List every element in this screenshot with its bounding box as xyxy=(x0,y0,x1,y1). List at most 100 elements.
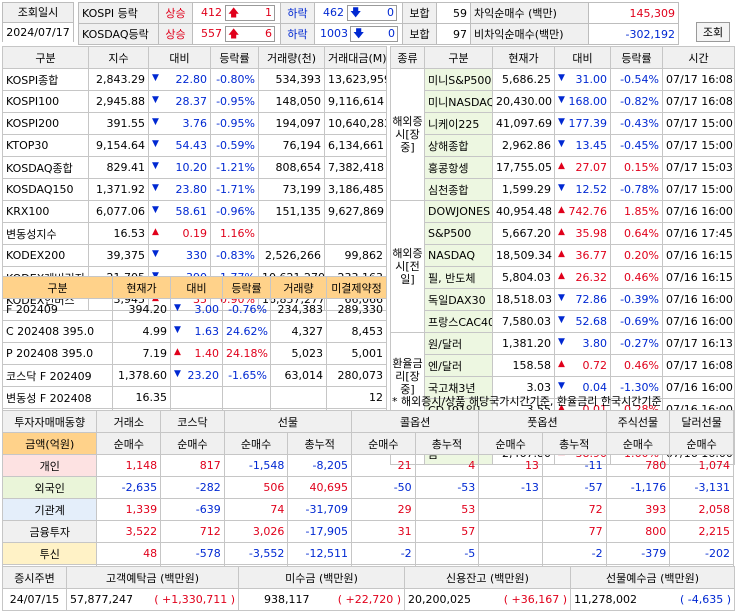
investor-value xyxy=(478,520,543,543)
query-button[interactable]: 조회 xyxy=(696,22,730,42)
change-cell: ▼ 1.63 xyxy=(170,320,223,343)
overseas-time: 07/17 16:08 xyxy=(662,68,735,91)
overseas-name: 미니S&P500 xyxy=(424,68,493,91)
index-row[interactable]: KTOP30 9,154.64 ▼ 54.43 -0.59% 76,194 6,134,66… xyxy=(2,134,387,157)
investor-row[interactable]: 개인 1,148 817 -1,548 -8,205 21 4 13 -11 780 1,074 xyxy=(1,454,734,477)
index-value: 6,077.06 xyxy=(88,200,149,223)
investor-value: -202 xyxy=(669,542,734,565)
down-label: 하락 xyxy=(280,23,315,45)
change-value: 13.45 xyxy=(575,139,608,152)
index-volume: 73,199 xyxy=(258,178,325,201)
market-breadth-table: KOSPI 등락 상승 412 🡅 1 하락 462 🡇 0 보합 59 차익순매수 (… xyxy=(78,2,679,45)
investor-value: -31,709 xyxy=(287,498,353,521)
overseas-row[interactable]: 엔/달러 158.58 ▲ 0.72 0.46% 07/17 16:08 xyxy=(391,354,735,377)
investor-unit: 금액(억원) xyxy=(1,432,98,455)
overseas-row[interactable]: 프랑스CAC40 7,580.03 ▼ 52.68 -0.69% 07/16 16:00 xyxy=(391,310,735,333)
overseas-time: 07/17 16:08 xyxy=(662,90,735,113)
investor-value: 800 xyxy=(605,520,671,543)
unpaid-header: 미수금 (백만원) xyxy=(238,566,405,589)
up-arrow-icon: ▲ xyxy=(558,249,565,259)
investor-row[interactable]: 기관계 1,339 -639 74 -31,709 29 53 72 393 2,058 xyxy=(1,498,734,521)
futures-col-header: 대비 xyxy=(170,276,223,299)
investor-sub-header: 순매수 xyxy=(605,432,671,455)
investor-row[interactable]: 금융투자 3,522 712 3,026 -17,905 31 57 77 800 2,215 xyxy=(1,520,734,543)
investor-row[interactable]: 투신 48 -578 -3,552 -12,511 -2 -5 -2 -379 -202 xyxy=(1,542,734,565)
overseas-name: 프랑스CAC40 xyxy=(424,310,493,333)
futures-deposit-change: ( -4,635 ) xyxy=(679,593,731,606)
change-cell: ▼ 168.00 xyxy=(554,90,611,113)
investor-value: 21 xyxy=(351,454,416,477)
investor-name: 외국인 xyxy=(1,476,98,499)
index-row[interactable]: KOSPI종합 2,843.29 ▼ 22.80 -0.80% 534,393 13,623… xyxy=(2,68,387,91)
change-cell: ▼ 23.20 xyxy=(170,364,223,387)
investor-value: -2,635 xyxy=(96,476,162,499)
investor-value: 3,026 xyxy=(223,520,289,543)
index-row[interactable]: KODEX200 39,375 ▼ 330 -0.83% 2,526,266 99,862 xyxy=(2,244,387,267)
overseas-row[interactable]: 상해종합 2,962.86 ▼ 13.45 -0.45% 07/17 15:00 xyxy=(391,134,735,157)
kosdaq-breadth-label: KOSDAQ등락 xyxy=(78,23,159,45)
overseas-row[interactable]: 독일DAX30 18,518.03 ▼ 72.86 -0.39% 07/16 16:00 xyxy=(391,288,735,311)
overseas-row[interactable]: 니케이225 41,097.69 ▼ 177.39 -0.43% 07/17 15:00 xyxy=(391,112,735,135)
change-cell: ▼ 31.00 xyxy=(554,68,611,91)
change-cell: ▼ 3.00 xyxy=(170,298,223,321)
overseas-value: 5,667.20 xyxy=(492,222,555,245)
futures-row[interactable]: C 202408 395.0 4.99 ▼ 1.63 24.62% 4,327 8,453 xyxy=(2,320,387,343)
overseas-time: 07/17 15:00 xyxy=(662,112,735,135)
futures-row[interactable]: F 202409 394.20 ▼ 3.00 -0.76% 234,383 289,330 xyxy=(2,298,387,321)
overseas-col-header: 대비 xyxy=(554,46,611,69)
change-value: 58.61 xyxy=(175,205,208,218)
index-row[interactable]: KOSPI100 2,945.88 ▼ 28.37 -0.95% 148,050 9,116… xyxy=(2,90,387,113)
overseas-rate: -0.78% xyxy=(610,178,663,201)
futures-volume xyxy=(270,386,327,409)
index-row[interactable]: KOSDAQ종합 829.41 ▼ 10.20 -1.21% 808,654 7,382,4… xyxy=(2,156,387,179)
overseas-value: 2,962.86 xyxy=(492,134,555,157)
overseas-rate: 1.85% xyxy=(610,200,663,223)
change-value: 35.98 xyxy=(575,227,608,240)
index-row[interactable]: 변동성지수 16.53 ▲ 0.19 1.16% xyxy=(2,222,387,245)
futures-row[interactable]: P 202408 395.0 7.19 ▲ 1.40 24.18% 5,023 5,001 xyxy=(2,342,387,365)
index-rate: -1.71% xyxy=(210,178,259,201)
change-value: 26.32 xyxy=(575,271,608,284)
unpaid-change: ( +22,720 ) xyxy=(337,593,401,606)
investor-name-label: 기관계 xyxy=(34,503,65,517)
down-arrow-icon: ▼ xyxy=(152,161,159,171)
overseas-time: 07/16 16:15 xyxy=(662,244,735,267)
overseas-value: 158.58 xyxy=(492,354,555,377)
flat-count: 59 xyxy=(436,2,471,24)
change-value: 3.00 xyxy=(194,303,220,316)
investor-value: -13 xyxy=(478,476,543,499)
overseas-rate: -0.45% xyxy=(610,134,663,157)
up-arrow-icon: ▲ xyxy=(558,161,565,171)
overseas-row[interactable]: 심천종합 1,599.29 ▼ 12.52 -0.78% 07/17 15:00 xyxy=(391,178,735,201)
overseas-row[interactable]: 미니NASDAQ 20,430.00 ▼ 168.00 -0.82% 07/17 16:0… xyxy=(391,90,735,113)
change-value: 3.80 xyxy=(582,337,608,350)
overseas-name: NASDAQ xyxy=(424,244,493,267)
overseas-row[interactable]: 환율금리[장중] 원/달러 1,381.20 ▼ 3.80 -0.27% 07/17 16:… xyxy=(390,332,735,421)
overseas-row[interactable]: S&P500 5,667.20 ▲ 35.98 0.64% 07/16 17:45 xyxy=(391,222,735,245)
overseas-value: 7,580.03 xyxy=(492,310,555,333)
index-row[interactable]: KRX100 6,077.06 ▼ 58.61 -0.96% 151,135 9,627,8… xyxy=(2,200,387,223)
overseas-name: 필, 반도체 xyxy=(424,266,493,289)
index-amount: 10,640,283 xyxy=(324,112,387,135)
futures-row[interactable]: 코스닥 F 202409 1,378.60 ▼ 23.20 -1.65% 63,014 28… xyxy=(2,364,387,387)
overseas-row[interactable]: 홍콩항셍 17,755.05 ▲ 27.07 0.15% 07/17 15:03 xyxy=(391,156,735,179)
index-row[interactable]: KOSDAQ150 1,371.92 ▼ 23.80 -1.71% 73,199 3,186… xyxy=(2,178,387,201)
index-row[interactable]: KOSPI200 391.55 ▼ 3.76 -0.95% 194,097 10,640,2… xyxy=(2,112,387,135)
overseas-row[interactable]: 필, 반도체 5,804.03 ▲ 26.32 0.46% 07/16 16:15 xyxy=(391,266,735,289)
futures-name: P 202408 395.0 xyxy=(2,342,113,365)
change-cell: ▼ 28.37 xyxy=(148,90,211,113)
change-cell: ▲ 27.07 xyxy=(554,156,611,179)
investor-row[interactable]: 외국인 -2,635 -282 506 40,695 -50 -53 -13 -57 -1,176… xyxy=(1,476,734,499)
up-arrow-icon: ▲ xyxy=(152,227,159,237)
flat-count: 97 xyxy=(436,23,471,45)
overseas-row[interactable]: 해외증시[장중] 미니S&P500 5,686.25 ▼ 31.00 -0.54% 07/1… xyxy=(390,68,735,201)
change-value: 31.00 xyxy=(575,73,608,86)
overseas-row[interactable]: NASDAQ 18,509.34 ▲ 36.77 0.20% 07/16 16:15 xyxy=(391,244,735,267)
down-arrow-icon: ▼ xyxy=(558,293,565,303)
overseas-time: 07/17 15:00 xyxy=(662,178,735,201)
investor-group-header: 풋옵션 xyxy=(478,410,607,433)
futures-row[interactable]: 변동성 F 202408 16.35 12 xyxy=(2,386,387,409)
change-cell: ▼ 23.80 xyxy=(148,178,211,201)
up-arrow-icon: ▲ xyxy=(558,359,565,369)
overseas-row[interactable]: 해외증시[전일] DOWJONES 40,954.48 ▲ 742.76 1.85% 07/… xyxy=(390,200,735,333)
